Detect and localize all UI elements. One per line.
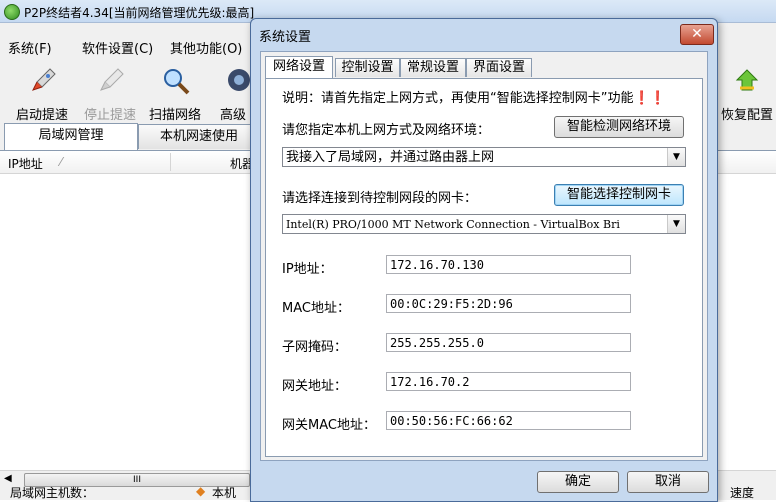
tab-general-settings[interactable]: 常规设置 — [400, 58, 466, 77]
tab-local-speed[interactable]: 本机网速使用 — [138, 124, 260, 149]
start-speedup-label: 启动提速 — [15, 108, 68, 123]
mac-label: MAC地址： — [282, 301, 350, 316]
app-logo-icon — [4, 4, 20, 20]
rocket-disabled-icon — [100, 68, 124, 91]
status-local: 本机 — [212, 486, 237, 500]
scroll-left-icon[interactable]: ◀ — [4, 473, 12, 484]
nic-select-value: Intel(R) PRO/1000 MT Network Connection … — [286, 218, 620, 231]
menu-system[interactable]: 系统(F) — [8, 38, 52, 57]
stop-speedup-label: 停止提速 — [83, 108, 136, 123]
advanced-label: 高级 — [220, 108, 247, 123]
dialog-body: 网络设置 控制设置 常规设置 界面设置 说明：请首先指定上网方式，再使用“智能选… — [260, 51, 708, 461]
system-settings-dialog: 系统设置 ✕ 网络设置 控制设置 常规设置 界面设置 说明：请首先指定上网方式，… — [250, 18, 718, 502]
magnifier-icon — [164, 69, 190, 95]
column-ip[interactable]: IP地址 — [8, 155, 43, 172]
env-label: 请您指定本机上网方式及网络环境： — [282, 123, 491, 138]
column-divider — [170, 153, 171, 171]
nic-label: 请选择连接到待控制网段的网卡： — [282, 191, 478, 206]
dialog-title: 系统设置 — [259, 30, 312, 45]
ip-field[interactable]: 172.16.70.130 — [386, 255, 631, 274]
rocket-icon — [32, 68, 56, 91]
environment-select-value: 我接入了局域网，并通过路由器上网 — [286, 150, 495, 165]
gateway-label: 网关地址： — [282, 379, 348, 394]
tab-control-settings[interactable]: 控制设置 — [335, 58, 400, 77]
warning-icon: ◆ — [196, 484, 206, 498]
start-speedup-button[interactable]: 启动提速 — [10, 64, 74, 123]
restore-icon — [735, 69, 759, 91]
tab-interface-settings[interactable]: 界面设置 — [466, 58, 532, 77]
status-speed: 速度 — [730, 486, 755, 500]
tab-network-settings[interactable]: 网络设置 — [265, 56, 333, 79]
status-host-count: 局域网主机数： — [10, 486, 95, 500]
dropdown-arrow-icon[interactable]: ▼ — [667, 148, 685, 166]
dropdown-arrow-icon[interactable]: ▼ — [667, 215, 685, 233]
sort-indicator-icon: ⁄ — [60, 155, 63, 169]
nic-select[interactable]: Intel(R) PRO/1000 MT Network Connection … — [282, 214, 686, 234]
tab-lan-management[interactable]: 局域网管理 — [4, 123, 138, 150]
close-icon[interactable]: ✕ — [680, 24, 714, 45]
ok-button[interactable]: 确定 — [537, 471, 619, 493]
scan-network-label: 扫描网络 — [148, 108, 201, 123]
gateway-mac-label: 网关MAC地址： — [282, 418, 376, 433]
mac-field[interactable]: 00:0C:29:F5:2D:96 — [386, 294, 631, 313]
stop-speedup-button[interactable]: 停止提速 — [78, 64, 142, 123]
ip-label: IP地址： — [282, 262, 333, 277]
environment-select[interactable]: 我接入了局域网，并通过路由器上网 ▼ — [282, 147, 686, 167]
restore-config-label: 恢复配置 — [720, 108, 773, 123]
intro-text: 说明：请首先指定上网方式，再使用“智能选择控制网卡”功能❗❗ — [282, 91, 666, 106]
scan-network-button[interactable]: 扫描网络 — [143, 64, 207, 123]
cancel-button[interactable]: 取消 — [627, 471, 709, 493]
subnet-mask-label: 子网掩码： — [282, 340, 348, 355]
gateway-field[interactable]: 172.16.70.2 — [386, 372, 631, 391]
gateway-mac-field[interactable]: 00:50:56:FC:66:62 — [386, 411, 631, 430]
subnet-mask-field[interactable]: 255.255.255.0 — [386, 333, 631, 352]
advanced-button[interactable]: 高级 — [210, 64, 250, 123]
menu-software-settings[interactable]: 软件设置(C) — [82, 38, 153, 57]
restore-config-button[interactable]: 恢复配置 — [718, 64, 776, 123]
main-window-title: P2P终结者4.34[当前网络管理优先级:最高] — [24, 6, 255, 20]
menu-other-functions[interactable]: 其他功能(O) — [170, 38, 242, 57]
network-settings-page: 说明：请首先指定上网方式，再使用“智能选择控制网卡”功能❗❗ 请您指定本机上网方… — [265, 78, 703, 457]
select-nic-button[interactable]: 智能选择控制网卡 — [554, 184, 684, 206]
detect-environment-button[interactable]: 智能检测网络环境 — [554, 116, 684, 138]
